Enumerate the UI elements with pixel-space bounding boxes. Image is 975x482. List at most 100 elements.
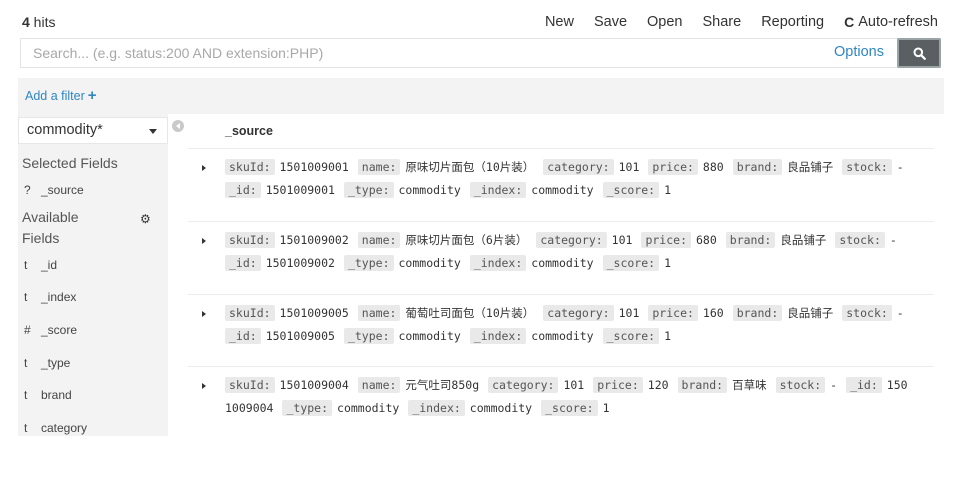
field-value: 101 <box>611 233 633 247</box>
field-value: commodity <box>337 401 400 415</box>
table-row: skuId: 1501009005 name: 葡萄吐司面包（10片装） categ… <box>188 294 934 367</box>
field-name: _id <box>41 258 58 272</box>
field-key: brand: <box>732 159 783 175</box>
field-key: _type: <box>282 400 333 416</box>
field-key: _id: <box>846 377 882 393</box>
auto-refresh-button[interactable]: C Auto-refresh <box>844 14 938 30</box>
doc-line-1: skuId: 1501009001 name: 原味切片面包（10片装） categ… <box>225 159 913 175</box>
search-button[interactable] <box>897 38 941 68</box>
field-value: 1 <box>664 256 671 270</box>
collapse-sidebar-button[interactable] <box>172 120 184 132</box>
field-item-brand[interactable]: t brand <box>24 388 72 402</box>
share-button[interactable]: Share <box>703 14 742 30</box>
field-key: name: <box>357 159 401 175</box>
field-item-category[interactable]: t category <box>24 421 87 435</box>
field-key: _index: <box>469 255 527 271</box>
field-key: _type: <box>343 182 394 198</box>
add-filter-button[interactable]: Add a filter + <box>25 88 97 103</box>
field-value: 原味切片面包（6片装） <box>405 233 528 247</box>
field-key: _score: <box>602 182 660 198</box>
doc-line-2: _id: 1501009002 _type: commodity _index: co… <box>225 255 680 271</box>
field-key: price: <box>641 232 691 248</box>
field-value: 680 <box>696 233 717 247</box>
field-key: _id: <box>225 328 261 344</box>
field-value: 百草味 <box>732 378 767 392</box>
field-key: category: <box>543 159 614 175</box>
field-key: name: <box>357 305 401 321</box>
field-item-score[interactable]: # _score <box>24 323 77 337</box>
field-key: _type: <box>343 328 394 344</box>
auto-refresh-label: Auto-refresh <box>858 14 938 30</box>
field-key: name: <box>357 377 401 393</box>
field-key: skuId: <box>225 305 275 321</box>
field-key: _index: <box>469 328 527 344</box>
field-value: commodity <box>531 183 594 197</box>
field-value: 原味切片面包（10片装） <box>405 160 535 174</box>
expand-row-icon[interactable] <box>202 165 206 171</box>
field-type-icon: # <box>24 323 31 337</box>
field-item-source[interactable]: ? _source <box>24 183 84 197</box>
field-key: _id: <box>225 182 261 198</box>
field-key: category: <box>488 377 559 393</box>
field-key: _index: <box>469 182 527 198</box>
field-value: commodity <box>531 329 594 343</box>
field-key: brand: <box>677 377 728 393</box>
field-value: 880 <box>702 160 724 174</box>
field-value: 1501009005 <box>265 329 335 343</box>
field-value: 良品铺子 <box>780 233 827 247</box>
field-type-icon: t <box>24 388 28 402</box>
search-input[interactable] <box>21 39 821 67</box>
reporting-button[interactable]: Reporting <box>761 14 824 30</box>
save-button[interactable]: Save <box>594 14 627 30</box>
table-row: skuId: 1501009001 name: 原味切片面包（10片装） categ… <box>188 148 934 221</box>
field-value: 1501009005 <box>279 306 349 320</box>
field-key: skuId: <box>225 232 275 248</box>
field-item-index[interactable]: t _index <box>24 290 76 304</box>
field-item-type[interactable]: t _type <box>24 356 70 370</box>
field-key: _score: <box>541 400 598 416</box>
field-item-id[interactable]: t _id <box>24 258 57 272</box>
field-type-icon: t <box>24 356 28 370</box>
field-value: - <box>896 160 904 174</box>
field-name: _index <box>41 290 77 304</box>
field-key: stock: <box>842 305 892 321</box>
gear-icon[interactable]: ⚙ <box>140 212 151 226</box>
field-key: skuId: <box>225 377 275 393</box>
field-key: _score: <box>602 328 660 344</box>
field-value: 101 <box>618 160 640 174</box>
field-key: skuId: <box>225 159 275 175</box>
open-button[interactable]: Open <box>647 14 682 30</box>
field-value: 120 <box>647 378 669 392</box>
field-key: price: <box>648 305 698 321</box>
field-key: stock: <box>835 232 885 248</box>
new-button[interactable]: New <box>545 14 574 30</box>
field-type-icon: t <box>24 290 28 304</box>
index-pattern-value: commodity* <box>27 122 103 138</box>
table-row: skuId: 1501009002 name: 原味切片面包（6片装） catego… <box>188 221 934 294</box>
expand-row-icon[interactable] <box>202 383 206 389</box>
field-value: 葡萄吐司面包（10片装） <box>405 306 535 320</box>
field-value: commodity <box>531 256 594 270</box>
field-value: - <box>830 378 838 392</box>
field-value: commodity <box>398 256 461 270</box>
field-key: _id: <box>225 255 261 271</box>
field-name: _score <box>41 323 78 337</box>
expand-row-icon[interactable] <box>202 311 206 317</box>
field-key: _score: <box>602 255 660 271</box>
field-value: 1009004 <box>225 401 274 415</box>
field-value: - <box>896 306 904 320</box>
field-key: _type: <box>343 255 394 271</box>
expand-row-icon[interactable] <box>202 238 206 244</box>
field-value: 1501009001 <box>279 160 349 174</box>
field-key: _index: <box>408 400 465 416</box>
index-pattern-select[interactable]: commodity* <box>18 117 168 144</box>
field-value: commodity <box>398 329 461 343</box>
doc-line-1: skuId: 1501009004 name: 元气吐司850g category:… <box>225 377 917 393</box>
search-icon <box>913 47 926 60</box>
doc-line-2: _id: 1501009005 _type: commodity _index: co… <box>225 328 680 344</box>
top-nav: New Save Open Share Reporting C Auto-refr… <box>545 14 938 30</box>
field-type-icon: t <box>24 421 28 435</box>
options-link[interactable]: Options <box>834 44 884 60</box>
doc-line-1: skuId: 1501009002 name: 原味切片面包（6片装） catego… <box>225 232 906 248</box>
field-key: stock: <box>842 159 892 175</box>
